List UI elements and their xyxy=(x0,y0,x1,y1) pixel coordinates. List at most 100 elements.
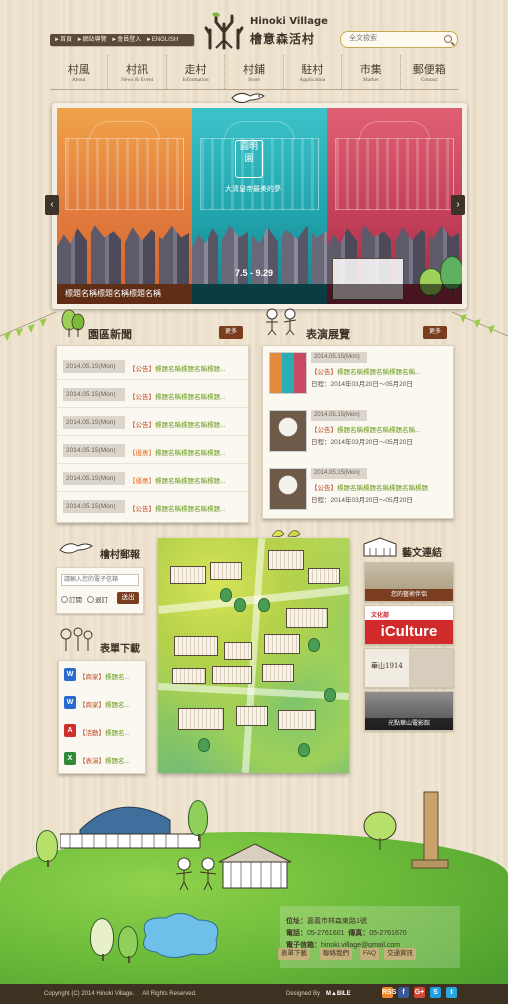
nav-news[interactable]: 村訊 News & Event xyxy=(108,55,167,89)
news-title: 【公告】標題名稱標題名稱標題... xyxy=(129,419,225,429)
show-title: 【公告】標題名稱標題名稱標題名稱... xyxy=(311,427,421,434)
nav-label-en: Market xyxy=(362,77,379,83)
email-field[interactable] xyxy=(61,574,139,586)
google-plus-icon[interactable]: G+ xyxy=(414,987,425,998)
wooden-post-sign xyxy=(411,791,449,869)
form-item[interactable]: W 【商家】標題名... xyxy=(59,691,145,713)
news-item[interactable]: 2014.05.15(Mon) 【公告】標題名稱標題名稱標題... xyxy=(57,354,248,380)
footer-contact-button[interactable]: 聯絡我們 xyxy=(320,948,352,960)
link-banner-iculture[interactable]: 文化部 iCulture xyxy=(364,605,454,645)
nav-label-zh: 市集 xyxy=(359,63,382,76)
footer-transport-button[interactable]: 交通資訊 xyxy=(384,948,416,960)
village-map[interactable] xyxy=(158,538,349,773)
show-title: 【公告】標題名稱標題名稱標題名稱標題 xyxy=(311,485,428,492)
banner-prev-button[interactable]: ‹ xyxy=(45,195,59,215)
show-item[interactable]: 2014.05.15(Mon) 【公告】標題名稱標題名稱標題名稱... 日程：2… xyxy=(263,346,453,404)
nav-contact[interactable]: 郵便箱 Contact xyxy=(401,55,458,89)
quick-link-sitemap[interactable]: ►網站導覽 xyxy=(77,37,107,43)
copyright-text: Copyright (C) 2014 Hinoki Village. All R… xyxy=(44,991,197,997)
nav-label-en: Store xyxy=(248,77,260,83)
show-date: 2014.05.15(Mon) xyxy=(311,352,367,363)
link-banner-cinema[interactable]: 光點華山電影館 xyxy=(364,691,454,731)
twitter-icon[interactable]: t xyxy=(446,987,457,998)
news-item[interactable]: 2014.05.15(Mon) 【公告】標題名稱標題名稱標題... xyxy=(57,410,248,436)
subscribe-radio[interactable]: 訂閱 xyxy=(61,594,82,604)
rss-icon[interactable]: RSS xyxy=(382,987,396,998)
show-period: 日程：2014年03月20日～05月20日 xyxy=(311,497,413,504)
nav-label-zh: 村訊 xyxy=(126,63,149,76)
news-date: 2014.05.15(Mon) xyxy=(63,388,125,401)
submit-button[interactable]: 送出 xyxy=(117,592,139,604)
search-input[interactable] xyxy=(347,34,441,43)
skype-icon[interactable]: S xyxy=(430,987,441,998)
show-item[interactable]: 2014.05.15(Mon) 【公告】標題名稱標題名稱標題名稱... 日程：2… xyxy=(263,404,453,462)
flowers-sketch-icon xyxy=(60,627,93,651)
news-date: 2014.05.15(Mon) xyxy=(63,444,125,457)
news-more-button[interactable]: 更多 xyxy=(219,326,243,339)
building-sketch-icon xyxy=(363,537,397,557)
designer-logo[interactable]: M▲BILE xyxy=(326,984,351,1004)
news-text: 標題名稱標題名稱標題... xyxy=(155,478,226,485)
news-date: 2014.05.15(Mon) xyxy=(63,360,125,373)
unsubscribe-radio[interactable]: 退訂 xyxy=(87,594,108,604)
news-item[interactable]: 2014.05.15(Mon) 【公告】標題名稱標題名稱標題... xyxy=(57,382,248,408)
quick-link-english[interactable]: ►ENGLISH xyxy=(146,37,178,43)
link-banner-huashan[interactable]: 華山1914 xyxy=(364,648,454,688)
nav-label-en: Contact xyxy=(420,77,438,83)
banner-next-button[interactable]: › xyxy=(451,195,465,215)
nav-information[interactable]: 走村 Information xyxy=(167,55,226,89)
facebook-icon[interactable]: f xyxy=(398,987,409,998)
news-section-title: 園區新聞 xyxy=(88,328,132,341)
word-icon: W xyxy=(64,668,76,681)
banner-dates: 7.5 - 9.29 xyxy=(235,268,274,278)
tree-sketch-icon xyxy=(363,811,397,850)
form-item[interactable]: W 【商家】標題名... xyxy=(59,663,145,685)
quick-link-home[interactable]: ►首頁 xyxy=(54,37,72,43)
news-tag: 【優惠】 xyxy=(129,450,155,457)
bird-icon xyxy=(59,543,93,554)
news-list: 2014.05.15(Mon) 【公告】標題名稱標題名稱標題... 2014.05… xyxy=(56,345,249,523)
logo-tree-icon[interactable] xyxy=(200,10,248,50)
form-item[interactable]: X 【表演】標題名... xyxy=(59,747,145,769)
nav-about[interactable]: 村風 About xyxy=(50,55,109,89)
show-item[interactable]: 2014.05.15(Mon) 【公告】標題名稱標題名稱標題名稱標題 日程：20… xyxy=(263,462,453,520)
news-date: 2014.05.15(Mon) xyxy=(63,416,125,429)
search-icon[interactable] xyxy=(444,35,452,43)
news-text: 標題名稱標題名稱標題... xyxy=(155,394,226,401)
news-tag: 【公告】 xyxy=(129,366,155,373)
show-period: 日程：2014年03月20日～05月20日 xyxy=(311,439,413,446)
nav-store[interactable]: 村鋪 Store xyxy=(225,55,284,89)
news-item[interactable]: 2014.05.15(Mon) 【優惠】標題名稱標題名稱標題... xyxy=(57,466,248,492)
footer-forms-button[interactable]: 表單下載 xyxy=(278,948,310,960)
nav-market[interactable]: 市集 Market xyxy=(342,55,401,89)
pond xyxy=(143,913,219,958)
form-item[interactable]: A 【活動】標題名... xyxy=(59,719,145,741)
quick-link-login[interactable]: ►會員登入 xyxy=(111,37,141,43)
news-item[interactable]: 2014.05.15(Mon) 【公告】標題名稱標題名稱標題... xyxy=(57,494,248,519)
epaper-title: 檜村郵報 xyxy=(100,550,140,561)
news-tag: 【公告】 xyxy=(129,394,155,401)
footer-faq-button[interactable]: FAQ xyxy=(360,948,380,960)
link-banner-art[interactable]: 您的藝術伴侶 xyxy=(364,562,454,602)
news-text: 標題名稱標題名稱標題... xyxy=(155,366,226,373)
news-tag: 【優惠】 xyxy=(129,478,155,485)
news-tag: 【公告】 xyxy=(129,506,155,513)
show-thumbnail xyxy=(269,352,307,394)
excel-icon: X xyxy=(64,752,76,765)
nav-application[interactable]: 駐村 Application xyxy=(284,55,343,89)
news-title: 【優惠】標題名稱標題名稱標題... xyxy=(129,447,225,457)
nav-label-zh: 村鋪 xyxy=(242,63,265,76)
hero-banner[interactable]: 圓明園 大清皇帝最美的夢 7.5 - 9.29 標題名稱標題名稱標題名稱 xyxy=(52,103,467,309)
iculture-logo: iCulture xyxy=(365,620,453,644)
news-item[interactable]: 2014.05.15(Mon) 【優惠】標題名稱標題名稱標題... xyxy=(57,438,248,464)
tree-icon xyxy=(90,918,114,961)
news-title: 【公告】標題名稱標題名稱標題... xyxy=(129,363,225,373)
show-date: 2014.05.15(Mon) xyxy=(311,410,367,421)
phone-line: 電話：05-2761601 傳真：05-2761670 xyxy=(286,930,407,937)
link-banner-text: 您的藝術伴侶 xyxy=(365,589,453,601)
banner-caption: 標題名稱標題名稱標題名稱 xyxy=(57,284,462,304)
banner-panel-orange xyxy=(57,108,192,304)
quick-links-bar: ►首頁 ►網站導覽 ►會員登入 ►ENGLISH xyxy=(50,34,194,46)
shows-more-button[interactable]: 更多 xyxy=(423,326,447,339)
shows-section-title: 表演展覽 xyxy=(306,328,350,341)
